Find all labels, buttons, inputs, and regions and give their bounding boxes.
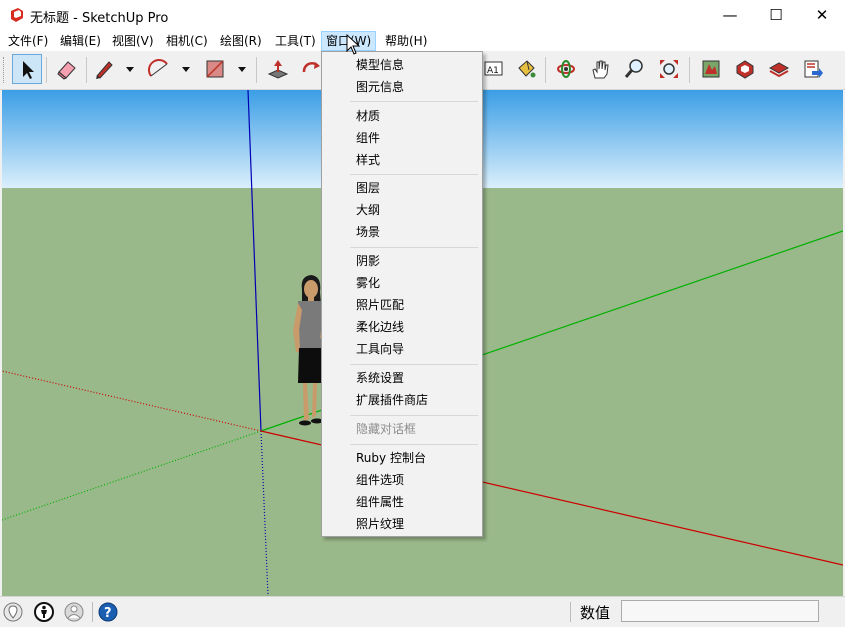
layout-icon <box>768 62 790 78</box>
status-bar: ? 数值 <box>0 596 845 627</box>
menu-item-shadows[interactable]: 阴影 <box>323 250 481 272</box>
select-tool-button[interactable] <box>12 54 42 84</box>
minimize-button[interactable]: — <box>707 0 753 30</box>
menu-item-ruby-console[interactable]: Ruby 控制台 <box>323 447 481 469</box>
text-icon: A1 <box>484 61 503 76</box>
status-separator <box>92 602 93 622</box>
menu-item-materials[interactable]: 材质 <box>323 105 481 127</box>
orbit-tool-button[interactable] <box>551 54 581 84</box>
toolbar-separator <box>86 57 87 83</box>
menu-item-instructor[interactable]: 工具向导 <box>323 338 481 360</box>
eraser-icon <box>57 61 76 80</box>
menu-draw[interactable]: 绘图(R) <box>216 32 266 50</box>
menu-item-hide-dialogs: 隐藏对话框 <box>356 422 417 436</box>
zoom-icon <box>624 59 643 78</box>
pan-icon <box>592 60 609 79</box>
sketchup-logo-icon <box>11 8 23 22</box>
svg-text:?: ? <box>104 606 112 621</box>
rectangle-icon <box>206 60 224 78</box>
window-title: 无标题 - SketchUp Pro <box>30 11 169 26</box>
measurements-label: 数值 <box>580 604 611 622</box>
arc-tool-button[interactable] <box>144 54 174 84</box>
menu-separator <box>350 444 478 445</box>
menu-view[interactable]: 视图(V) <box>108 32 158 50</box>
menu-file[interactable]: 文件(F) <box>4 32 52 50</box>
toolbar-separator <box>689 57 690 83</box>
zoom-extents-tool-button[interactable] <box>654 54 684 84</box>
chevron-down-icon[interactable] <box>125 64 135 74</box>
menu-help[interactable]: 帮助(H) <box>381 32 431 50</box>
paint-bucket-icon <box>518 60 536 78</box>
menu-separator <box>350 415 478 416</box>
orbit-icon <box>557 60 575 78</box>
menu-item-outliner[interactable]: 大纲 <box>323 199 481 221</box>
arc-icon <box>148 59 168 77</box>
toolbar-separator <box>545 57 546 83</box>
send-to-layout-tool-button[interactable] <box>798 54 828 84</box>
extension-warehouse-tool-button[interactable] <box>730 54 760 84</box>
menu-edit[interactable]: 编辑(E) <box>56 32 105 50</box>
push-pull-tool-button[interactable] <box>263 54 293 84</box>
zoom-tool-button[interactable] <box>619 54 649 84</box>
pencil-icon <box>96 61 113 79</box>
menu-item-extension-warehouse[interactable]: 扩展插件商店 <box>323 389 481 411</box>
menu-separator <box>350 174 478 175</box>
menu-separator <box>350 364 478 365</box>
help-icon[interactable]: ? <box>97 601 119 623</box>
menu-item-scenes[interactable]: 场景 <box>323 221 481 243</box>
pencil-tool-button[interactable] <box>89 54 119 84</box>
menu-item-model-info[interactable]: 模型信息 <box>323 54 481 76</box>
menu-bar: 文件(F) 编辑(E) 视图(V) 相机(C) 绘图(R) 工具(T) 窗口(W… <box>0 30 845 51</box>
select-icon <box>23 61 34 79</box>
measurements-input[interactable] <box>621 600 819 622</box>
mouse-cursor-icon <box>346 34 361 55</box>
status-separator <box>570 602 571 622</box>
chevron-down-icon[interactable] <box>181 64 191 74</box>
extension-warehouse-icon <box>736 60 754 79</box>
menu-item-component-options[interactable]: 组件选项 <box>323 469 481 491</box>
menu-camera[interactable]: 相机(C) <box>162 32 212 50</box>
user-account-icon[interactable] <box>63 601 85 623</box>
move-icon <box>302 62 320 73</box>
toolbar-separator <box>256 57 257 83</box>
rectangle-tool-button[interactable] <box>200 54 230 84</box>
warehouse-tool-button[interactable] <box>696 54 726 84</box>
pan-tool-button[interactable] <box>585 54 615 84</box>
zoom-extents-icon <box>660 60 678 78</box>
toolbar-grip[interactable] <box>3 57 7 83</box>
layout-tool-button[interactable] <box>764 54 794 84</box>
menu-item-fog[interactable]: 雾化 <box>323 272 481 294</box>
menu-item-layers[interactable]: 图层 <box>323 177 481 199</box>
credits-icon[interactable] <box>33 601 55 623</box>
maximize-button[interactable]: ☐ <box>753 0 799 30</box>
menu-item-entity-info[interactable]: 图元信息 <box>323 76 481 98</box>
send-to-layout-icon <box>804 60 823 78</box>
eraser-tool-button[interactable] <box>52 54 82 84</box>
menu-item-component-attributes[interactable]: 组件属性 <box>323 491 481 513</box>
menu-tools[interactable]: 工具(T) <box>271 32 320 50</box>
menu-separator <box>350 101 478 102</box>
close-button[interactable]: ✕ <box>799 0 845 30</box>
title-bar: 无标题 - SketchUp Pro — ☐ ✕ <box>0 0 845 30</box>
chevron-down-icon[interactable] <box>237 64 247 74</box>
menu-item-components[interactable]: 组件 <box>323 127 481 149</box>
menu-item-styles[interactable]: 样式 <box>323 149 481 171</box>
svg-text:A1: A1 <box>487 66 499 76</box>
push-pull-icon <box>267 60 289 79</box>
geo-location-icon[interactable] <box>2 601 24 623</box>
window-menu-dropdown: 模型信息 图元信息 材质 组件 样式 图层 大纲 场景 阴影 雾化 照片匹配 柔… <box>321 51 483 537</box>
menu-item-match-photo[interactable]: 照片匹配 <box>323 294 481 316</box>
menu-item-preferences[interactable]: 系统设置 <box>323 367 481 389</box>
toolbar-separator <box>46 57 47 83</box>
menu-item-photo-textures[interactable]: 照片纹理 <box>323 513 481 535</box>
menu-item-soften-edges[interactable]: 柔化边线 <box>323 316 481 338</box>
paint-bucket-tool-button[interactable] <box>511 54 541 84</box>
warehouse-icon <box>702 60 720 78</box>
menu-separator <box>350 247 478 248</box>
